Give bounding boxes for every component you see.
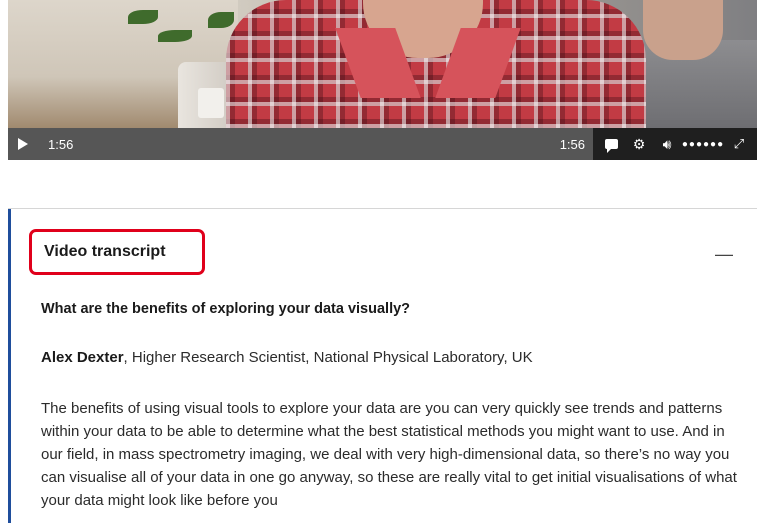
play-button[interactable] bbox=[8, 128, 38, 160]
volume-button[interactable]: 🔊︎ bbox=[653, 128, 681, 160]
volume-icon: 🔊︎ bbox=[662, 135, 672, 152]
transcript-panel: Video transcript — What are the benefits… bbox=[8, 209, 757, 523]
mug bbox=[198, 88, 224, 118]
settings-button[interactable]: ⚙ bbox=[625, 128, 653, 160]
plant-leaf bbox=[208, 12, 234, 28]
current-time: 1:56 bbox=[48, 136, 74, 152]
speaker-line: Alex Dexter, Higher Research Scientist, … bbox=[41, 349, 533, 366]
transcript-question: What are the benefits of exploring your … bbox=[41, 301, 411, 317]
video-player[interactable]: 1:56 1:56 ⚙ 🔊︎ ●●●●●● ⤢ bbox=[8, 0, 757, 160]
transcript-toggle-header[interactable]: Video transcript bbox=[29, 229, 205, 275]
play-icon bbox=[18, 138, 28, 150]
captions-icon bbox=[604, 139, 618, 153]
transcript-title: Video transcript bbox=[44, 243, 166, 260]
captions-button[interactable] bbox=[597, 128, 625, 160]
fullscreen-icon: ⤢ bbox=[733, 136, 745, 151]
volume-level-dots: ●●●●●● bbox=[681, 138, 725, 150]
duration-time: 1:56 bbox=[559, 136, 585, 152]
video-frame[interactable] bbox=[8, 0, 757, 128]
person-arm bbox=[643, 0, 723, 60]
transcript-paragraph: The benefits of using visual tools to ex… bbox=[41, 400, 737, 509]
speaker-name: Alex Dexter bbox=[41, 349, 124, 366]
settings-icon: ⚙ bbox=[632, 135, 646, 152]
fullscreen-button[interactable]: ⤢ bbox=[725, 128, 753, 160]
speaker-role: , Higher Research Scientist, National Ph… bbox=[123, 349, 533, 366]
control-icon-group: ⚙ 🔊︎ ●●●●●● ⤢ bbox=[593, 128, 757, 160]
plant-leaf bbox=[158, 30, 192, 42]
collapse-icon[interactable]: — bbox=[715, 244, 733, 265]
video-control-bar: 1:56 1:56 ⚙ 🔊︎ ●●●●●● ⤢ bbox=[8, 128, 757, 160]
plant-leaf bbox=[128, 10, 158, 24]
volume-slider[interactable]: ●●●●●● bbox=[681, 128, 725, 160]
